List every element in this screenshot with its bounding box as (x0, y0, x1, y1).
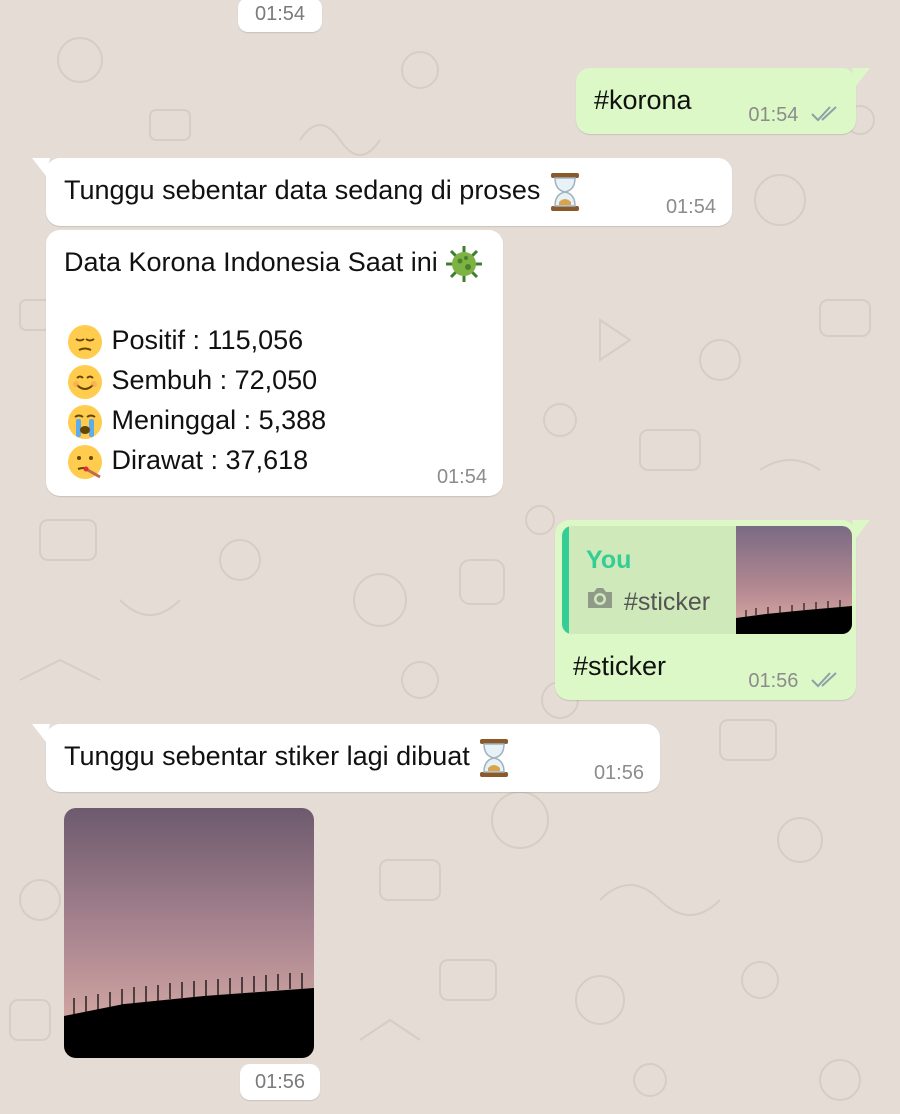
stat-sembuh: Sembuh : 72,050 (111, 365, 318, 395)
sticker-time-pill: 01:56 (240, 1064, 320, 1100)
hourglass-icon (550, 172, 579, 211)
pensive-face-icon (68, 324, 102, 359)
message-time: 01:56 (748, 670, 840, 692)
stat-dirawat: Dirawat : 37,618 (111, 445, 309, 475)
message-time-text: 01:56 (748, 670, 799, 692)
message-time-pill: 01:54 (238, 0, 322, 32)
outgoing-message-korona[interactable]: #korona 01:54 (576, 68, 870, 134)
incoming-message-korona-stats[interactable]: Data Korona Indonesia Saat ini Positif :… (46, 230, 503, 496)
bubble-tail (852, 68, 870, 86)
hourglass-icon (480, 738, 509, 777)
stat-meninggal: Meninggal : 5,388 (111, 405, 327, 435)
message-text: Tunggu sebentar stiker lagi dibuat (64, 741, 470, 771)
message-text: Tunggu sebentar data sedang di proses (64, 175, 541, 205)
sticker-image[interactable] (64, 808, 314, 1058)
quoted-message[interactable]: You #sticker (562, 526, 852, 634)
quote-author: You (586, 546, 632, 574)
double-check-icon (811, 672, 837, 688)
bubble-tail (32, 724, 50, 742)
incoming-message-wait-sticker[interactable]: Tunggu sebentar stiker lagi dibuat 01:56 (32, 724, 660, 792)
message-time: 01:56 (593, 762, 644, 784)
incoming-message-wait-data[interactable]: Tunggu sebentar data sedang di proses 01… (32, 158, 732, 226)
double-check-icon (811, 106, 837, 122)
message-text: #korona (594, 85, 692, 115)
quote-image-thumbnail (736, 526, 852, 634)
message-time: 01:54 (254, 3, 306, 25)
outgoing-message-sticker[interactable]: You #sticker #sticker 01:56 (555, 520, 870, 700)
stats-title: Data Korona Indonesia Saat ini (64, 247, 438, 277)
message-time-text: 01:54 (748, 104, 799, 126)
message-text: #sticker (573, 651, 667, 681)
sticker-picture (64, 808, 314, 1058)
message-time: 01:54 (436, 466, 487, 488)
smiling-face-icon (68, 364, 102, 399)
message-time: 01:54 (748, 104, 840, 126)
quote-text: #sticker (624, 588, 711, 616)
message-time: 01:56 (254, 1071, 306, 1093)
bubble-tail (852, 520, 870, 538)
message-time: 01:54 (665, 196, 716, 218)
camera-icon (588, 588, 612, 608)
crying-face-icon (68, 404, 102, 439)
virus-icon (446, 245, 483, 282)
bubble-tail (32, 158, 50, 176)
quote-accent-bar (562, 526, 569, 634)
face-with-thermometer-icon (68, 444, 102, 479)
stat-positif: Positif : 115,056 (111, 325, 304, 355)
